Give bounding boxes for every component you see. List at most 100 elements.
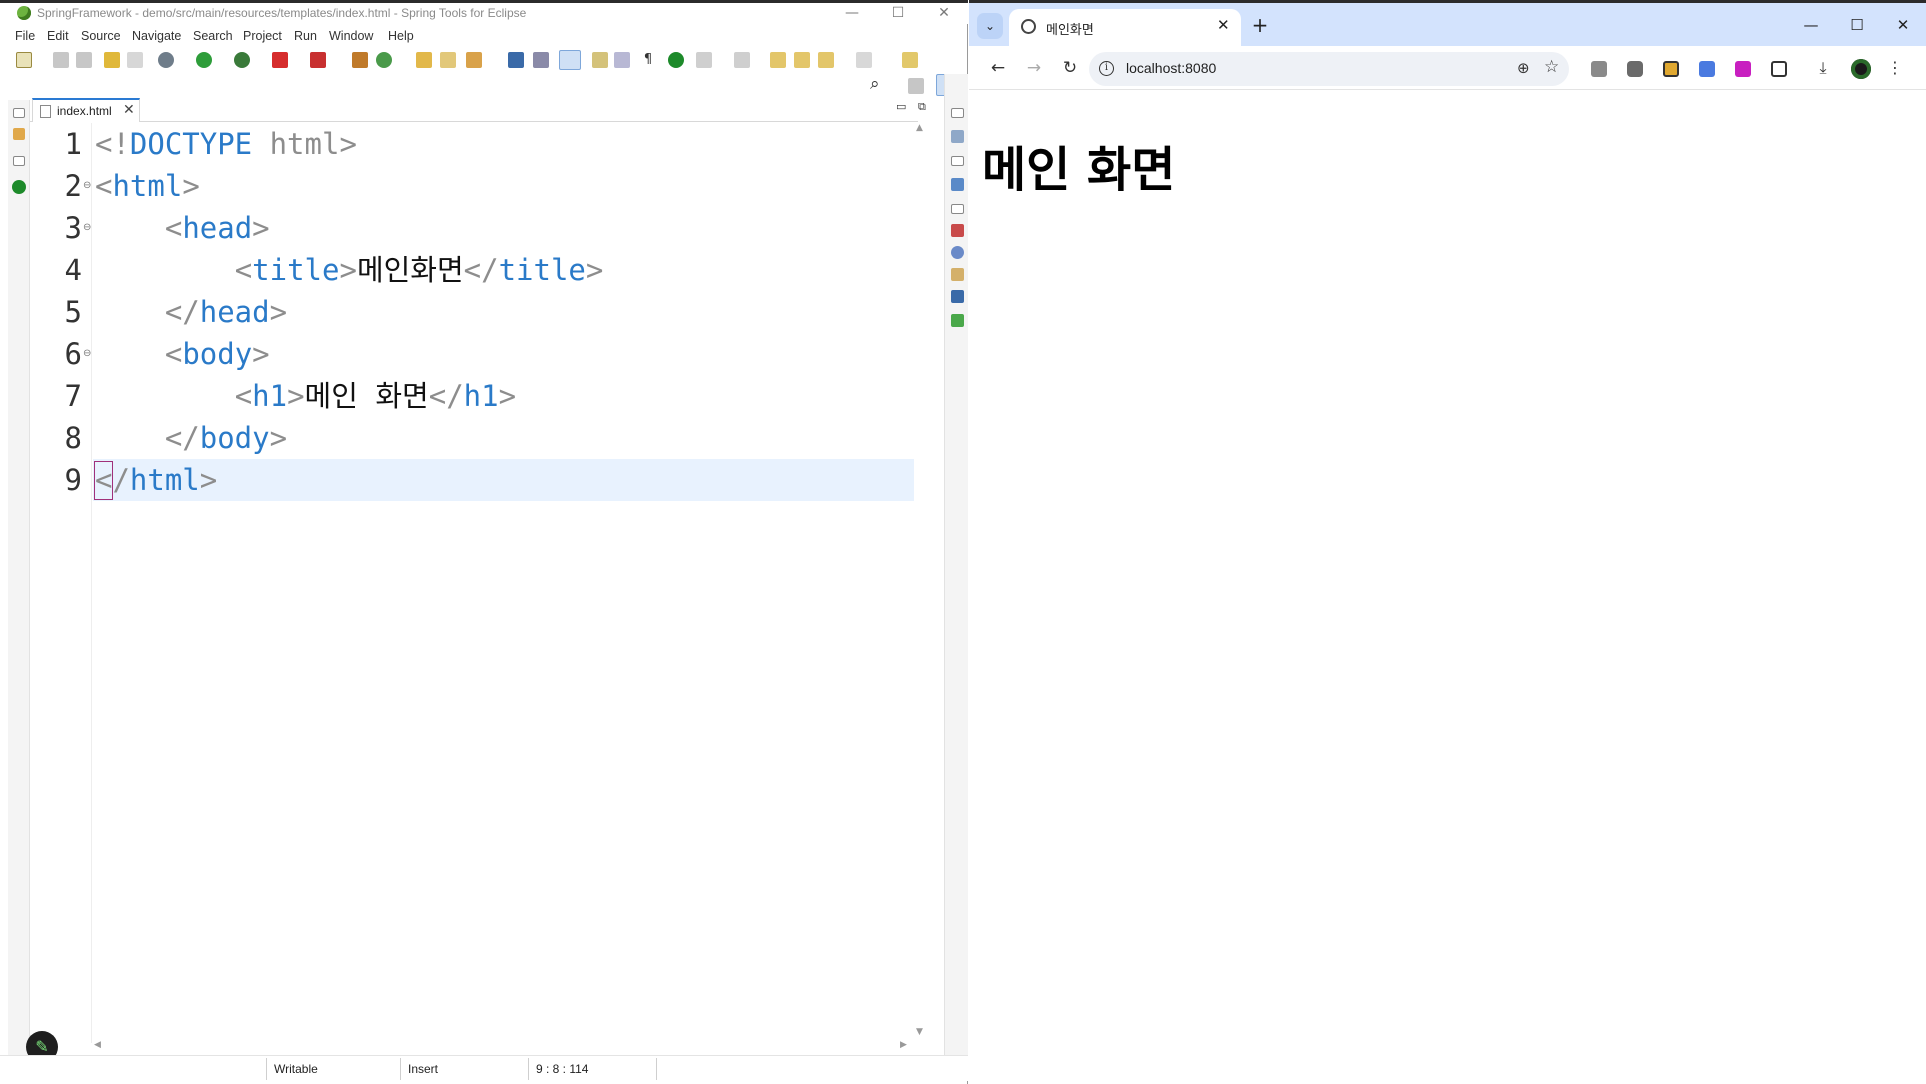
- fold-collapse-icon[interactable]: ⊖: [83, 333, 91, 375]
- forward-icon[interactable]: [856, 52, 872, 68]
- boot-dashboard-icon[interactable]: [12, 180, 26, 194]
- back-icon[interactable]: [818, 52, 834, 68]
- tab-search-chevron-icon[interactable]: ⌄: [977, 13, 1003, 39]
- extension-icon[interactable]: [1663, 61, 1679, 77]
- redo-icon[interactable]: [127, 52, 143, 68]
- translate-icon[interactable]: [1699, 61, 1715, 77]
- eclipse-close-button[interactable]: ✕: [922, 3, 966, 25]
- last-edit-icon[interactable]: [770, 52, 786, 68]
- progress-icon[interactable]: [951, 314, 964, 327]
- zoom-icon[interactable]: ⊕: [1517, 59, 1530, 77]
- maximize-editor-icon[interactable]: ⧉: [918, 100, 926, 114]
- restore-icon[interactable]: [951, 204, 964, 214]
- coverage-icon[interactable]: [234, 52, 250, 68]
- code-line[interactable]: </body>: [95, 417, 287, 459]
- scroll-left-icon[interactable]: ◀: [94, 1040, 101, 1050]
- horizontal-scrollbar[interactable]: ◀ ▶: [94, 1040, 910, 1054]
- tab-index-html[interactable]: index.html ✕: [32, 98, 140, 122]
- bookmark-star-icon[interactable]: ☆: [1544, 57, 1559, 77]
- chrome-maximize-button[interactable]: ☐: [1835, 13, 1879, 39]
- run-icon[interactable]: [196, 52, 212, 68]
- chrome-minimize-button[interactable]: —: [1789, 13, 1833, 39]
- terminal-icon[interactable]: [508, 52, 524, 68]
- toggle-highlight-icon[interactable]: [559, 50, 581, 70]
- cast-icon[interactable]: [1591, 61, 1607, 77]
- fold-collapse-icon[interactable]: ⊖: [83, 165, 91, 207]
- new-tab-button[interactable]: +: [1247, 13, 1273, 39]
- external-tools-icon[interactable]: [310, 52, 326, 68]
- eclipse-maximize-button[interactable]: ☐: [876, 3, 920, 25]
- mark-occurrences-icon[interactable]: [533, 52, 549, 68]
- problems-icon[interactable]: [951, 224, 964, 237]
- open-perspective-icon[interactable]: [908, 78, 924, 94]
- back-button[interactable]: ←: [985, 56, 1011, 82]
- menu-search[interactable]: Search: [193, 29, 233, 43]
- code-line[interactable]: <body>: [95, 333, 270, 375]
- search-tool-icon[interactable]: [466, 52, 482, 68]
- code-line[interactable]: </head>: [95, 291, 287, 333]
- download-ext-icon[interactable]: [1735, 61, 1751, 77]
- browser-tab-close-icon[interactable]: ✕: [1217, 16, 1230, 34]
- spring-boot-dashboard-icon[interactable]: [668, 52, 684, 68]
- code-line[interactable]: </html>: [95, 459, 217, 501]
- omnibox-url[interactable]: localhost:8080: [1126, 60, 1216, 76]
- outline-icon[interactable]: [951, 130, 964, 143]
- menu-help[interactable]: Help: [388, 29, 414, 43]
- code-line[interactable]: <h1>메인 화면</h1>: [95, 375, 516, 417]
- restore-icon[interactable]: [13, 108, 25, 118]
- open-task-icon[interactable]: [440, 52, 456, 68]
- minimize-editor-icon[interactable]: ▭: [896, 100, 906, 113]
- scroll-up-icon[interactable]: ▲: [916, 123, 923, 133]
- puzzle-icon[interactable]: [1771, 61, 1787, 77]
- fold-collapse-icon[interactable]: ⊖: [83, 207, 91, 249]
- next-annotation-icon[interactable]: [696, 52, 712, 68]
- forward-button[interactable]: →: [1021, 56, 1047, 82]
- save-icon[interactable]: [53, 52, 69, 68]
- show-whitespace-icon[interactable]: ¶: [640, 52, 656, 68]
- save-all-icon[interactable]: [76, 52, 92, 68]
- kebab-menu-icon[interactable]: ⋮: [1887, 60, 1903, 77]
- package-explorer-icon[interactable]: [13, 128, 25, 140]
- forward-history-icon[interactable]: [794, 52, 810, 68]
- menu-navigate[interactable]: Navigate: [132, 29, 181, 43]
- previous-annotation-icon[interactable]: [734, 52, 750, 68]
- stop-icon[interactable]: [272, 52, 288, 68]
- browser-tab-active[interactable]: 메인화면 ✕: [1009, 9, 1241, 49]
- vertical-scrollbar[interactable]: ▲ ▼: [914, 123, 928, 1043]
- code-line[interactable]: <head>: [95, 207, 270, 249]
- omnibox[interactable]: i localhost:8080 ⊕ ☆: [1089, 52, 1569, 86]
- menu-project[interactable]: Project: [243, 29, 282, 43]
- scroll-down-icon[interactable]: ▼: [916, 1027, 923, 1037]
- reload-button[interactable]: ↻: [1057, 56, 1083, 82]
- new-class-icon[interactable]: [376, 52, 392, 68]
- word-wrap-icon[interactable]: [614, 52, 630, 68]
- menu-window[interactable]: Window: [329, 29, 373, 43]
- restore-icon[interactable]: [13, 156, 25, 166]
- declaration-icon[interactable]: [951, 268, 964, 281]
- restore-icon[interactable]: [951, 108, 964, 118]
- menu-run[interactable]: Run: [294, 29, 317, 43]
- menu-file[interactable]: File: [15, 29, 35, 43]
- scroll-right-icon[interactable]: ▶: [900, 1040, 907, 1050]
- chrome-close-button[interactable]: ✕: [1881, 13, 1925, 39]
- profile-avatar[interactable]: [1851, 59, 1871, 79]
- restore-icon[interactable]: [951, 156, 964, 166]
- new-icon[interactable]: [16, 52, 32, 68]
- download-icon[interactable]: ⤓: [1815, 60, 1831, 77]
- menu-edit[interactable]: Edit: [47, 29, 69, 43]
- code-line[interactable]: <title>메인화면</title>: [95, 249, 604, 291]
- code-line[interactable]: <html>: [95, 165, 200, 207]
- hierarchy-icon[interactable]: [951, 178, 964, 191]
- javadoc-icon[interactable]: [951, 246, 964, 259]
- new-java-package-icon[interactable]: [352, 52, 368, 68]
- tab-close-icon[interactable]: ✕: [123, 102, 135, 118]
- undo-icon[interactable]: [104, 52, 120, 68]
- debug-icon[interactable]: [158, 52, 174, 68]
- menu-source[interactable]: Source: [81, 29, 121, 43]
- code-line[interactable]: <!DOCTYPE html>: [95, 123, 357, 165]
- camera-icon[interactable]: [1627, 61, 1643, 77]
- block-selection-icon[interactable]: [592, 52, 608, 68]
- console-icon[interactable]: [951, 290, 964, 303]
- code-editor[interactable]: 1 2 3 4 5 6 7 8 9 ⊖ ⊖ ⊖ <!DOCTYPE html> <…: [46, 123, 923, 1043]
- search-icon[interactable]: ⌕: [870, 74, 880, 94]
